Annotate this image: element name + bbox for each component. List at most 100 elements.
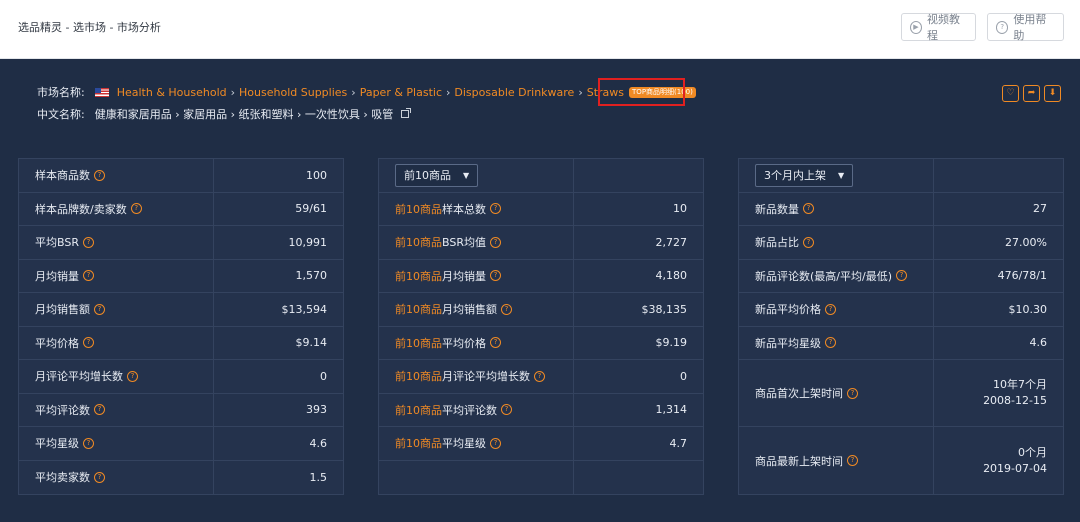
stat-label: 新品数量 (755, 202, 799, 216)
question-circle-icon[interactable]: ? (825, 337, 836, 349)
table-row: 前10商品 BSR均值? 2,727 (379, 226, 703, 260)
stat-value: 393 (306, 403, 327, 417)
question-circle-icon[interactable]: ? (825, 303, 836, 315)
us-flag-icon (94, 87, 109, 97)
question-circle-icon[interactable]: ? (847, 455, 858, 466)
question-circle-icon[interactable]: ? (490, 203, 501, 215)
latest-listed-duration: 0个月 (1018, 445, 1047, 459)
stat-label: 月均销量 (35, 269, 79, 283)
question-circle-icon[interactable]: ? (490, 337, 501, 349)
question-circle-icon[interactable]: ? (130, 203, 142, 215)
top-header: 选品精灵 - 选市场 - 市场分析 ▶ 视频教程 ? 使用帮助 (0, 0, 1080, 59)
share-icon[interactable]: ➦ (1023, 85, 1040, 102)
new-product-stats-panel: 3个月内上架 ▼ 新品数量? 27 新品占比? 27.00% 新品评论数(最高/平均/… (738, 158, 1064, 495)
question-circle-icon[interactable]: ? (94, 471, 105, 483)
stat-label: 平均评论数 (35, 403, 90, 417)
question-circle-icon[interactable]: ? (896, 270, 907, 282)
breadcrumb: 选品精灵 - 选市场 - 市场分析 (18, 21, 161, 34)
category-link[interactable]: Disposable Drinkware (454, 86, 574, 99)
stat-label: 新品平均星级 (755, 336, 821, 350)
question-circle-icon[interactable]: ? (501, 404, 512, 416)
table-row: 平均星级? 4.6 (19, 427, 343, 461)
question-circle-icon[interactable]: ? (490, 437, 501, 449)
question-circle-icon[interactable]: ? (94, 303, 105, 315)
external-link-icon[interactable] (401, 108, 412, 118)
stat-label: 样本总数 (442, 202, 486, 216)
question-circle-icon[interactable]: ? (847, 387, 858, 399)
table-row: 样本商品数? 100 (19, 159, 343, 193)
stat-value: $13,594 (281, 302, 328, 316)
sample-stats-panel: 样本商品数? 100 样本品牌数/卖家数? 59/61 平均BSR? 10,991 月… (18, 158, 344, 495)
stat-value: 27 (1033, 202, 1047, 216)
table-row: 前10商品 平均评论数? 1,314 (379, 393, 703, 427)
listing-period-select[interactable]: 3个月内上架 ▼ (755, 163, 854, 187)
category-separator: › (446, 85, 451, 99)
table-row: 3个月内上架 ▼ (739, 159, 1063, 193)
table-row: 平均评论数? 393 (19, 393, 343, 427)
category-link[interactable]: Health & Household (117, 86, 227, 99)
table-row: 商品最新上架时间? 0个月 2019-07-04 (739, 427, 1063, 494)
top10-prefix: 前10商品 (395, 202, 442, 216)
table-row: 新品平均星级? 4.6 (739, 326, 1063, 360)
action-buttons: ♡ ➦ ⬇ (1002, 85, 1061, 102)
stat-value: 100 (306, 168, 327, 182)
stat-label: 月评论平均增长数 (35, 370, 123, 384)
question-circle-icon[interactable]: ? (83, 337, 94, 349)
table-row (379, 460, 703, 494)
question-circle-icon[interactable]: ? (803, 203, 814, 215)
caret-down-icon: ▼ (838, 170, 845, 180)
table-row: 商品首次上架时间? 10年7个月 2008-12-15 (739, 360, 1063, 427)
stat-value: 4.6 (1029, 336, 1048, 350)
stat-value: 4.7 (669, 436, 688, 450)
stat-value: 2,727 (655, 235, 688, 249)
question-circle-icon[interactable]: ? (83, 270, 94, 282)
stat-label: BSR均值 (442, 236, 486, 250)
category-separator: › (351, 85, 356, 99)
question-circle-icon[interactable]: ? (82, 236, 94, 248)
question-circle-icon[interactable]: ? (127, 370, 138, 382)
stat-label: 月均销售额 (35, 303, 90, 317)
stat-value: 27.00% (1005, 235, 1047, 249)
video-tutorial-label: 视频教程 (927, 13, 960, 42)
table-row: 月评论平均增长数? 0 (19, 360, 343, 394)
heart-icon[interactable]: ♡ (1002, 85, 1019, 102)
stat-value: 4,180 (655, 269, 688, 283)
question-circle-icon[interactable]: ? (94, 169, 105, 181)
category-link[interactable]: Paper & Plastic (360, 86, 442, 99)
category-link[interactable]: Household Supplies (239, 86, 347, 99)
help-label: 使用帮助 (1013, 13, 1047, 42)
stat-label: 新品占比 (755, 236, 799, 250)
category-separator: › (230, 85, 236, 99)
market-name-label: 市场名称: (37, 86, 85, 99)
stat-value: 4.6 (309, 436, 328, 450)
top10-prefix: 前10商品 (395, 437, 442, 451)
top10-prefix: 前10商品 (395, 269, 442, 283)
top10-stats-panel: 前10商品 ▼ 前10商品 样本总数? 10 前10商品 BSR均值? 2,727 前10… (378, 158, 704, 495)
stat-value: 59/61 (295, 202, 327, 216)
stat-label: 平均评论数 (442, 403, 497, 417)
question-circle-icon[interactable]: ? (501, 303, 512, 315)
download-icon[interactable]: ⬇ (1044, 85, 1061, 102)
category-separator: › (578, 85, 583, 99)
stat-label: 平均价格 (442, 336, 486, 350)
stat-label: 平均BSR (35, 236, 79, 250)
stat-label: 平均星级 (442, 437, 486, 451)
question-circle-icon[interactable]: ? (803, 236, 814, 248)
question-circle-icon[interactable]: ? (83, 437, 94, 449)
top-n-select[interactable]: 前10商品 ▼ (395, 163, 479, 187)
question-circle-icon[interactable]: ? (534, 370, 545, 382)
stat-label: 商品首次上架时间 (755, 387, 843, 400)
chinese-name-label: 中文名称: (37, 108, 85, 121)
question-circle-icon[interactable]: ? (94, 404, 105, 416)
help-button[interactable]: ? 使用帮助 (987, 13, 1064, 42)
video-tutorial-button[interactable]: ▶ 视频教程 (901, 13, 976, 42)
question-circle-icon[interactable]: ? (490, 270, 501, 282)
play-circle-icon: ▶ (910, 20, 922, 34)
first-listed-date: 2008-12-15 (983, 394, 1047, 407)
question-circle-icon[interactable]: ? (489, 236, 501, 248)
stat-value: $9.14 (295, 336, 328, 350)
top10-prefix: 前10商品 (395, 303, 442, 317)
stat-label: 平均星级 (35, 437, 79, 451)
stat-label: 样本品牌数/卖家数 (35, 202, 127, 216)
badge-highlight-box (598, 78, 685, 106)
